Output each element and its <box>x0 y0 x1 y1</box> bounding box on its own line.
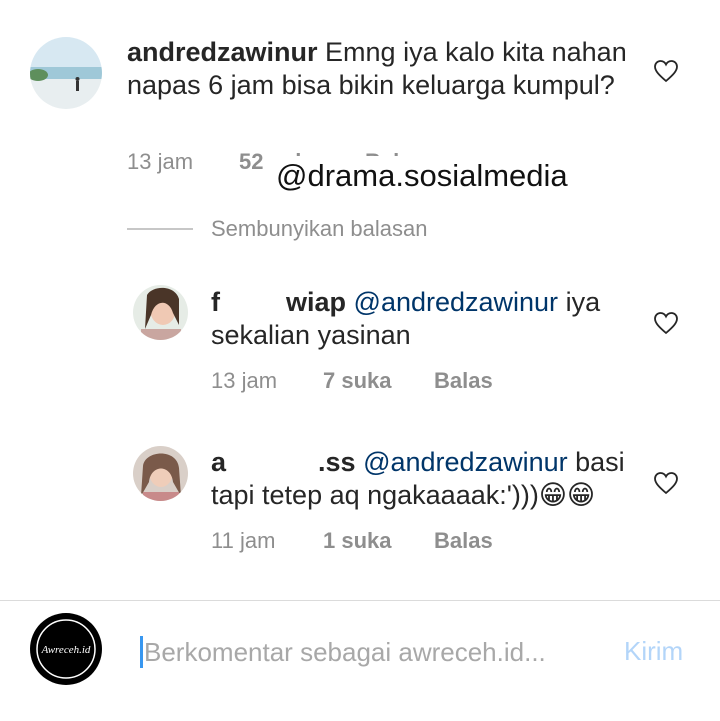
reply-body-line2: tapi tetep aq ngakaaaak:')))😁😁 <box>211 480 596 510</box>
text-cursor <box>140 636 143 668</box>
reply-username-start: a <box>211 447 227 477</box>
comment-input[interactable] <box>144 632 594 672</box>
composer-avatar[interactable]: Awreceh.id <box>30 613 102 685</box>
reply-username[interactable]: a .ss <box>211 447 356 477</box>
like-heart-icon[interactable] <box>653 471 679 495</box>
reply-mention[interactable]: @andredzawinur <box>363 447 568 477</box>
divider-line <box>127 228 193 230</box>
reply-meta: 13 jam 7 suka Balas <box>211 368 531 398</box>
awreceh-logo: Awreceh.id <box>32 615 100 683</box>
comment-time: 13 jam <box>127 149 194 174</box>
reply-username-start: f <box>211 287 220 317</box>
reply-username-end: .ss <box>318 447 356 477</box>
reply-body-line1: iya <box>558 287 601 317</box>
reply-reply-button[interactable]: Balas <box>434 528 493 554</box>
watermark: @drama.sosialmedia <box>270 156 574 196</box>
comment-username[interactable]: andredzawinur <box>127 37 318 67</box>
reply-avatar[interactable] <box>133 285 188 340</box>
commenter-avatar[interactable] <box>30 37 102 109</box>
comment-text: andredzawinur Emng iya kalo kita nahan n… <box>127 36 627 102</box>
hide-replies-button[interactable]: Sembunyikan balasan <box>211 216 427 242</box>
profile-photo <box>133 446 188 501</box>
reply-username[interactable]: f wiap <box>211 287 346 317</box>
reply-likes-button[interactable]: 1 suka <box>323 528 392 554</box>
reply-text: a .ss @andredzawinur basi tapi tetep aq n… <box>211 446 641 512</box>
reply-mention[interactable]: @andredzawinur <box>354 287 559 317</box>
reply-text: f wiap @andredzawinur iya sekalian yasina… <box>211 286 631 352</box>
send-button[interactable]: Kirim <box>624 636 683 667</box>
reply-avatar[interactable] <box>133 446 188 501</box>
beach-photo <box>30 37 102 109</box>
reply-username-end: wiap <box>286 287 347 317</box>
like-heart-icon[interactable] <box>653 59 679 83</box>
reply-body-line1: basi <box>567 447 625 477</box>
reply-body-line2: sekalian yasinan <box>211 320 411 350</box>
reply-time: 11 jam <box>211 528 276 553</box>
reply-meta: 11 jam 1 suka Balas <box>211 528 531 558</box>
like-heart-icon[interactable] <box>653 311 679 335</box>
reply-reply-button[interactable]: Balas <box>434 368 493 394</box>
reply-time: 13 jam <box>211 368 278 393</box>
reply-likes-button[interactable]: 7 suka <box>323 368 392 394</box>
profile-photo <box>133 285 188 340</box>
logo-text: Awreceh.id <box>41 644 91 656</box>
comment-input-box[interactable] <box>140 632 600 672</box>
